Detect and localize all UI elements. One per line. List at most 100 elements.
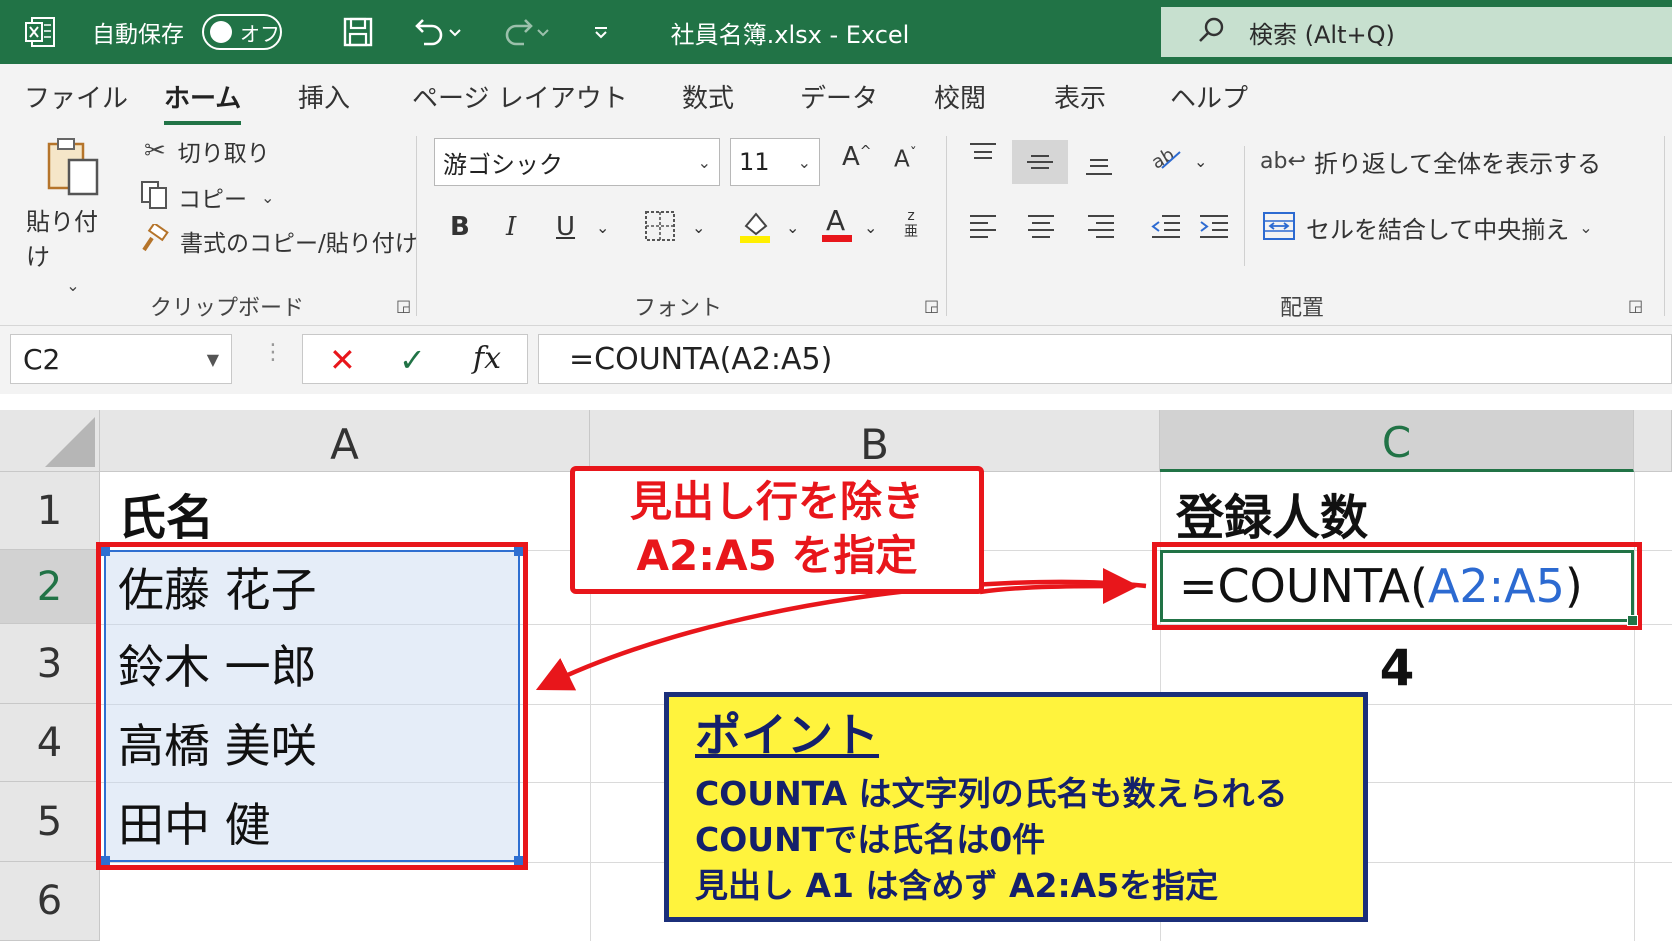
fill-color-dropdown-icon[interactable]: ⌄ [786,218,799,237]
c2-formula-prefix: =COUNTA( [1179,559,1428,613]
align-right-icon[interactable] [1086,212,1116,249]
align-left-icon[interactable] [968,212,998,249]
wrap-text-button[interactable]: ab↩ 折り返して全体を表示する [1260,144,1601,179]
font-name-value: 游ゴシック [443,150,563,179]
chevron-down-icon: ▼ [206,349,219,369]
cut-label: 切り取り [177,141,270,167]
autosave-state: オフ [240,21,280,46]
increase-indent-icon[interactable] [1198,212,1230,249]
redo-icon[interactable] [498,14,558,50]
underline-dropdown-icon[interactable]: ⌄ [596,218,609,237]
name-box[interactable]: C2 ▼ [10,334,232,384]
ribbon-divider [1664,136,1665,316]
underline-icon[interactable]: U [556,212,575,242]
column-header-a[interactable]: A [100,410,590,472]
name-box-value: C2 [23,342,61,376]
format-painter-label: 書式のコピー/貼り付け [180,231,418,257]
fill-handle[interactable] [1627,615,1638,626]
borders-icon[interactable] [644,210,676,249]
row-header-1[interactable]: 1 [0,472,100,550]
row-header-3[interactable]: 3 [0,624,100,704]
cell-c1[interactable]: 登録人数 [1176,476,1368,550]
tab-file[interactable]: ファイル [24,78,128,115]
search-box[interactable]: 検索 (Alt+Q) [1161,7,1672,57]
more-icon: ⋮ [262,340,284,365]
merge-dropdown-icon[interactable]: ⌄ [1579,218,1592,237]
column-header-b[interactable]: B [590,410,1160,472]
excel-logo-icon [22,14,58,50]
decrease-font-icon[interactable]: Aˇ [894,146,917,173]
formula-actions: ✕ ✓ fx [302,334,528,384]
point-line-3: 見出し A1 は含めず A2:A5を指定 [695,866,1219,905]
ribbon-home: 貼り付け ⌄ ✂ 切り取り コピー ⌄ 書式のコピー/貼り付け クリップボード … [0,126,1672,326]
merge-center-button[interactable]: セルを結合して中央揃え ⌄ [1262,210,1593,245]
tab-insert[interactable]: 挿入 [298,78,350,115]
align-bottom-icon[interactable] [1084,150,1114,185]
fill-color-icon[interactable] [738,206,772,251]
align-top-icon[interactable] [968,140,998,175]
row-header-2[interactable]: 2 [0,550,100,624]
scissors-icon: ✂ [144,136,166,166]
orientation-dropdown-icon[interactable]: ⌄ [1194,152,1207,171]
insert-function-icon[interactable]: fx [473,341,501,376]
align-center-icon[interactable] [1026,212,1056,249]
row-header-5[interactable]: 5 [0,782,100,862]
copy-button[interactable]: コピー ⌄ [140,180,274,214]
tab-review[interactable]: 校閲 [934,78,986,115]
svg-text:A: A [826,204,845,237]
tab-data[interactable]: データ [800,78,878,115]
select-all-button[interactable] [0,410,100,472]
paste-dropdown-icon[interactable]: ⌄ [66,276,79,295]
bold-icon[interactable]: B [450,212,470,242]
cell-a4[interactable]: 高橋 美咲 [118,704,317,782]
paste-button[interactable]: 貼り付け ⌄ [26,134,120,295]
tab-formulas[interactable]: 数式 [682,78,734,115]
tab-home[interactable]: ホーム [164,78,242,125]
formula-input[interactable]: =COUNTA(A2:A5) [538,334,1672,384]
cancel-icon[interactable]: ✕ [329,341,356,379]
decrease-indent-icon[interactable] [1150,212,1182,249]
cut-button[interactable]: ✂ 切り取り [144,134,270,168]
alignment-launcher-icon[interactable]: ◲ [1628,296,1643,315]
font-size-value: 11 [739,148,770,176]
undo-icon[interactable] [410,14,470,50]
font-color-dropdown-icon[interactable]: ⌄ [864,218,877,237]
cell-c2[interactable]: =COUNTA(A2:A5) [1160,550,1634,622]
font-color-icon[interactable]: A [820,204,854,251]
search-placeholder: 検索 (Alt+Q) [1249,20,1395,49]
italic-icon[interactable]: I [506,212,516,242]
clipboard-launcher-icon[interactable]: ◲ [396,296,411,315]
font-launcher-icon[interactable]: ◲ [924,296,939,315]
paste-label: 貼り付け [26,208,98,271]
tab-view[interactable]: 表示 [1054,78,1106,115]
autosave-toggle[interactable]: オフ [202,14,282,50]
enter-icon[interactable]: ✓ [399,341,426,379]
c2-formula-ref: A2:A5 [1427,559,1565,613]
cell-a3[interactable]: 鈴木 一郎 [118,624,317,704]
cell-a2[interactable]: 佐藤 花子 [118,550,317,624]
format-painter-button[interactable]: 書式のコピー/貼り付け [140,221,418,258]
cell-c3[interactable]: 4 [1160,636,1634,700]
callout-exclude-header: 見出し行を除き A2:A5 を指定 [570,466,984,594]
column-header-d[interactable] [1634,410,1672,472]
font-name-select[interactable]: 游ゴシック ⌄ [434,138,720,186]
row-header-4[interactable]: 4 [0,704,100,782]
column-header-c[interactable]: C [1160,410,1634,472]
cell-a5[interactable]: 田中 健 [118,782,271,862]
align-middle-icon[interactable] [1012,140,1068,184]
point-title: ポイント [695,708,879,762]
tab-help[interactable]: ヘルプ [1170,78,1248,115]
increase-font-icon[interactable]: A^ [842,142,872,172]
point-line-2: COUNTでは氏名は0件 [695,820,1046,859]
row-header-6[interactable]: 6 [0,862,100,941]
copy-dropdown-icon[interactable]: ⌄ [261,188,274,207]
save-icon[interactable] [340,14,376,50]
tab-page-layout[interactable]: ページ レイアウト [412,78,628,115]
borders-dropdown-icon[interactable]: ⌄ [692,218,705,237]
font-size-select[interactable]: 11 ⌄ [730,138,820,186]
callout-line-1: 見出し行を除き [629,477,924,526]
merge-center-label: セルを結合して中央揃え [1306,216,1570,244]
orientation-icon[interactable]: ab [1148,144,1190,181]
cell-a1[interactable]: 氏名 [118,476,214,550]
phonetic-guide-icon[interactable]: z亜 [904,208,918,240]
